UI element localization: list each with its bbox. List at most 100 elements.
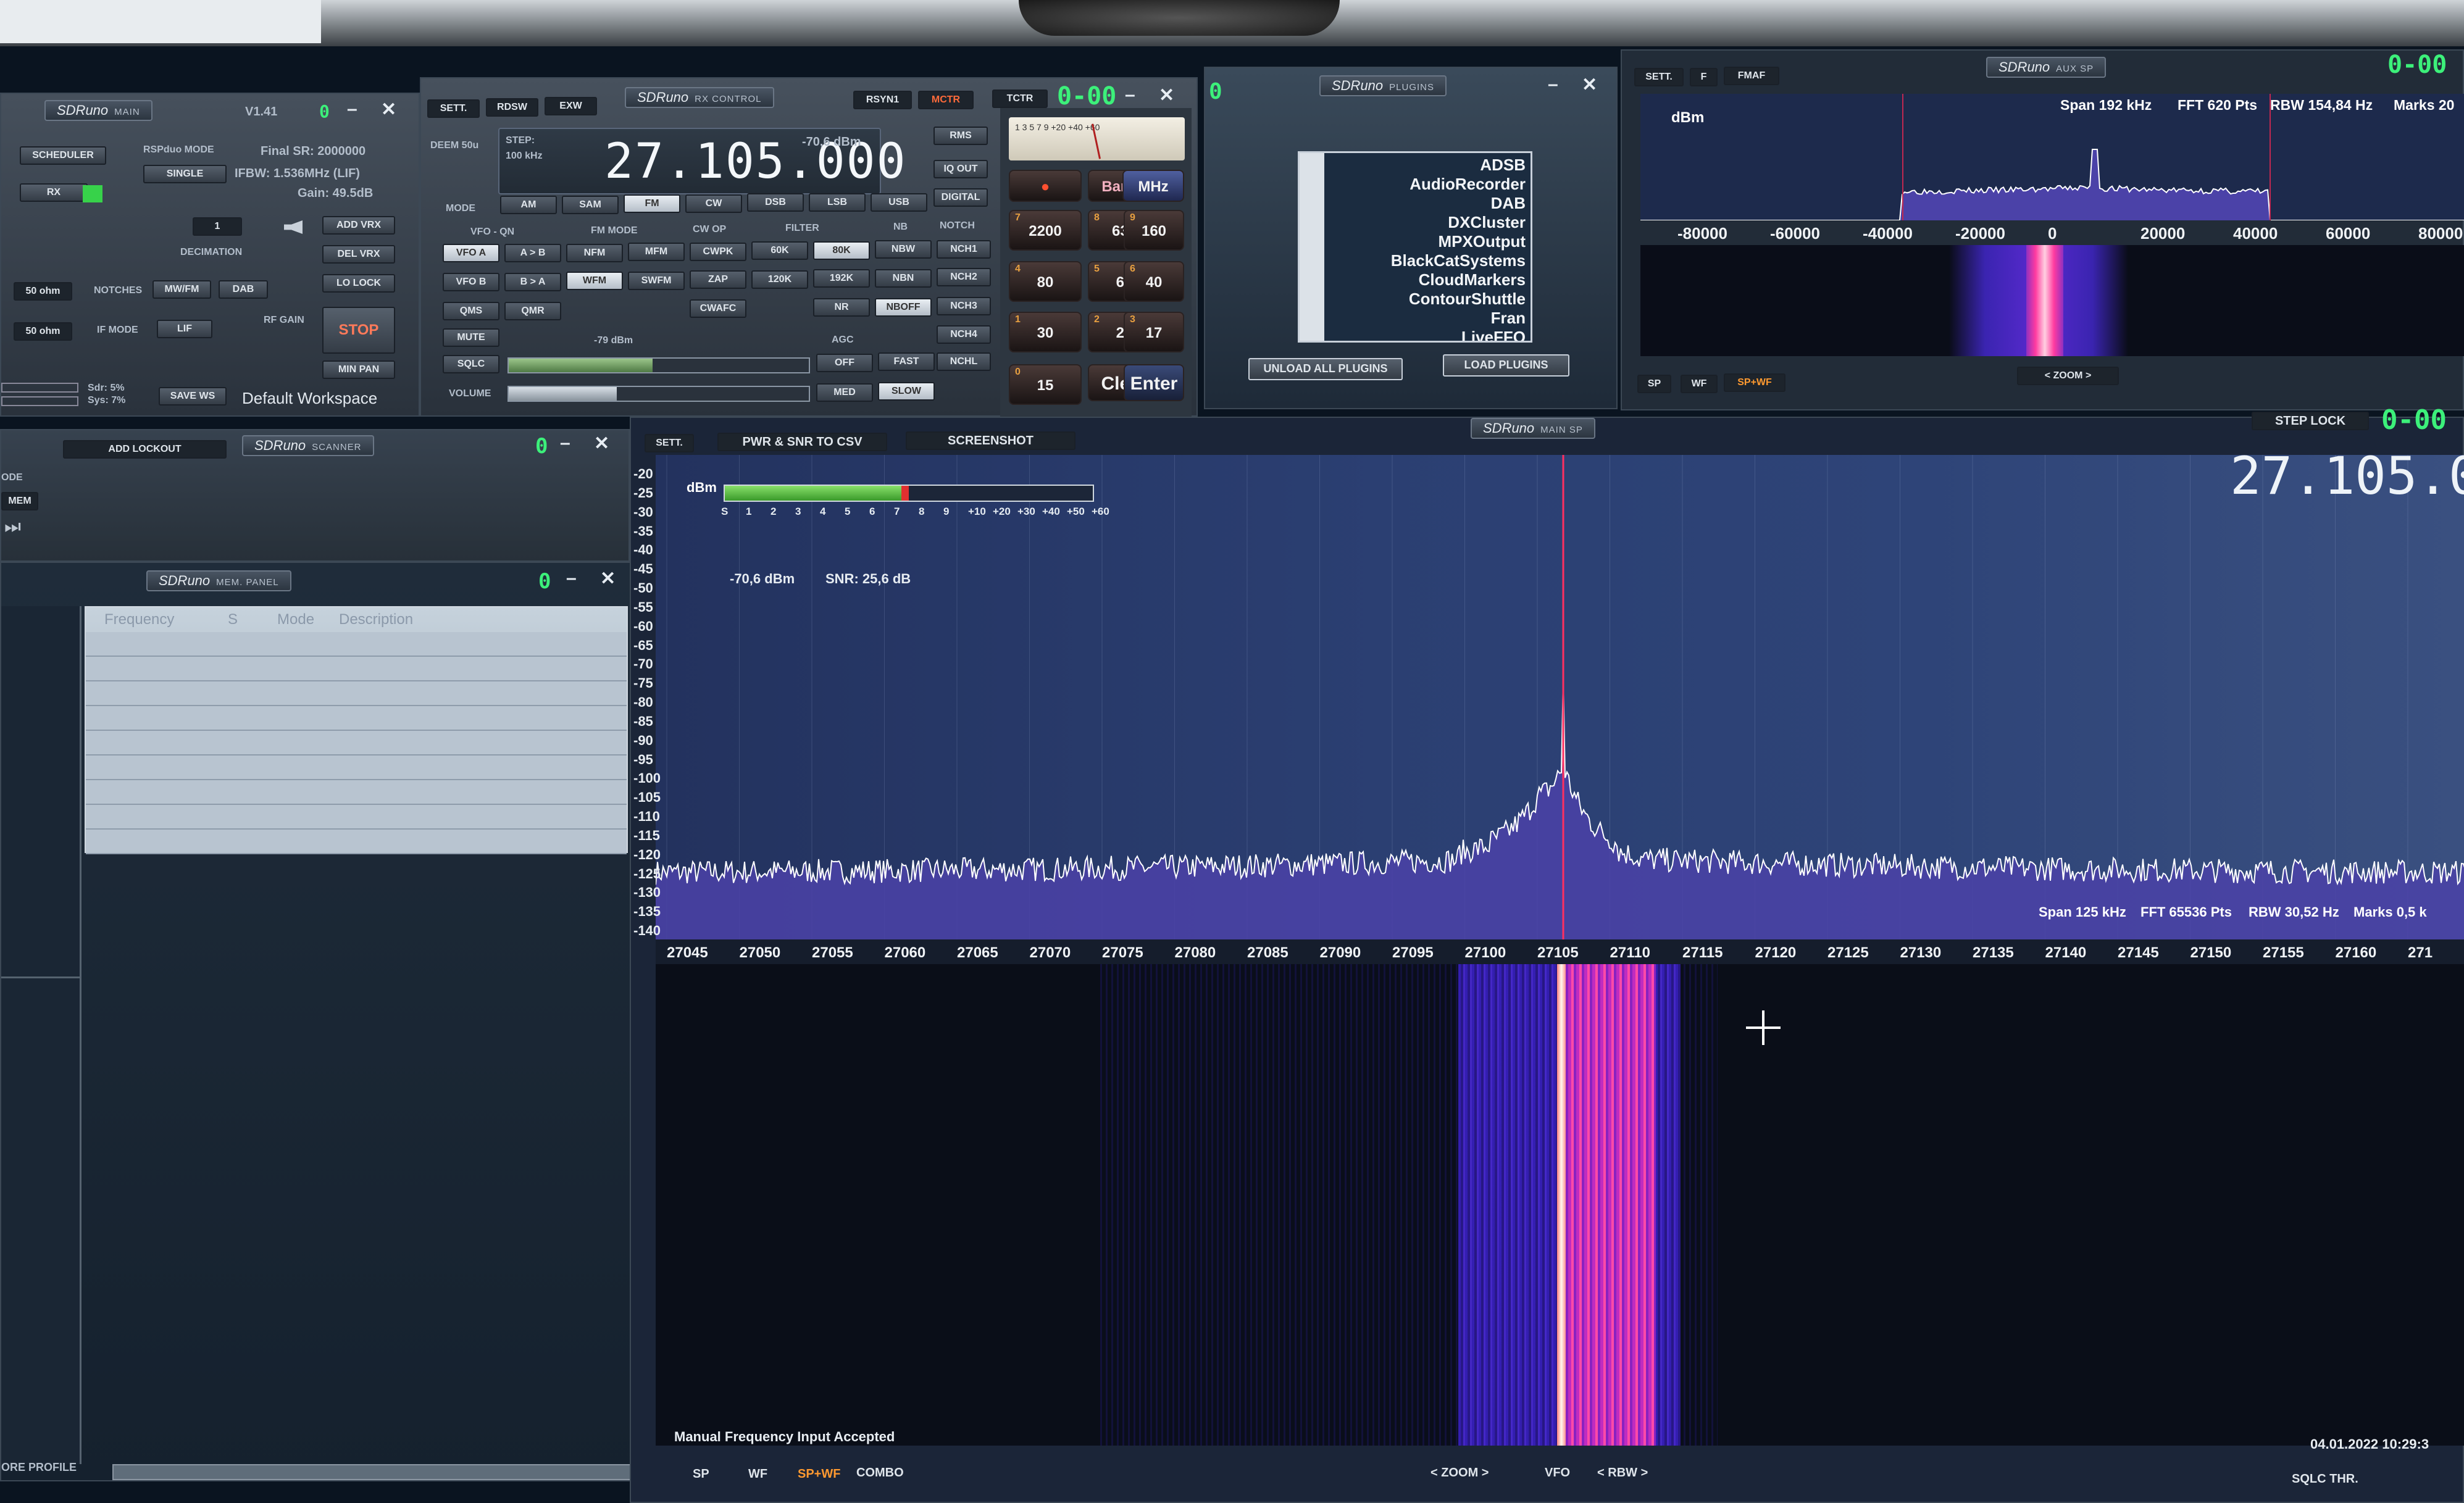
pwr-snr-csv-button[interactable]: PWR & SNR TO CSV <box>717 433 887 451</box>
rsyn1-button[interactable]: RSYN1 <box>853 91 912 109</box>
plugin-list[interactable]: ADSB AudioRecorder DAB DXCluster MPXOutput Bl… <box>1298 151 1532 343</box>
add-vrx-button[interactable]: ADD VRX <box>322 216 395 235</box>
qmr-button[interactable]: QMR <box>504 302 561 320</box>
digital-button[interactable]: DIGITAL <box>933 188 988 207</box>
sp-button[interactable]: SP <box>693 1467 709 1481</box>
mode-sam[interactable]: SAM <box>562 196 619 214</box>
nchl-button[interactable]: NCHL <box>937 352 991 371</box>
close-icon[interactable]: ✕ <box>594 433 609 454</box>
del-vrx-button[interactable]: DEL VRX <box>322 245 395 264</box>
cwpk-button[interactable]: CWPK <box>690 243 746 261</box>
close-icon[interactable]: ✕ <box>1159 85 1174 106</box>
main-waterfall[interactable] <box>656 964 2464 1446</box>
volume-slider[interactable] <box>507 386 810 402</box>
main-sett-button[interactable]: SETT. <box>645 434 694 452</box>
scheduler-button[interactable]: SCHEDULER <box>20 146 106 165</box>
aux-fmaf-button[interactable]: FMAF <box>1724 67 1779 85</box>
plugin-item[interactable]: DAB <box>1391 194 1526 213</box>
plugin-item[interactable]: LiveFFQ <box>1391 328 1526 341</box>
tctr-button[interactable]: TCTR <box>992 90 1048 108</box>
minimize-icon[interactable]: – <box>1548 74 1558 95</box>
mem-button[interactable]: MEM <box>1 492 38 510</box>
mute-button[interactable]: MUTE <box>443 328 499 347</box>
chevron-left-icon[interactable]: < <box>1430 1466 1441 1480</box>
swfm-button[interactable]: SWFM <box>628 272 685 290</box>
keypad-key-3[interactable]: 3 17 <box>1124 312 1184 352</box>
plugin-item[interactable]: AudioRecorder <box>1391 175 1526 194</box>
minimize-icon[interactable]: – <box>560 433 570 454</box>
aux-f-button[interactable]: F <box>1690 68 1718 86</box>
agc-off-button[interactable]: OFF <box>816 354 873 372</box>
agc-med-button[interactable]: MED <box>816 383 873 402</box>
close-icon[interactable]: ✕ <box>381 99 396 120</box>
plugin-item[interactable]: ContourShuttle <box>1391 289 1526 309</box>
wf-button[interactable]: WF <box>748 1467 767 1481</box>
aux-sp-button[interactable]: SP <box>1637 375 1671 393</box>
nbn-button[interactable]: NBN <box>875 269 932 288</box>
lif-button[interactable]: LIF <box>157 320 212 338</box>
wfm-button[interactable]: WFM <box>566 272 623 290</box>
spwf-button[interactable]: SP+WF <box>798 1467 840 1481</box>
plugin-item[interactable]: MPXOutput <box>1391 232 1526 251</box>
fast-forward-icon[interactable]: ⏭ <box>4 517 21 538</box>
plugin-item[interactable]: Fran <box>1391 309 1526 328</box>
nfm-button[interactable]: NFM <box>566 244 623 262</box>
cwafc-button[interactable]: CWAFC <box>690 299 746 318</box>
b-to-a-button[interactable]: B > A <box>504 273 561 291</box>
enter-button[interactable]: Enter <box>1124 364 1184 401</box>
plugin-item[interactable]: BlackCatSystems <box>1391 251 1526 270</box>
aux-wf-button[interactable]: WF <box>1681 375 1718 393</box>
mode-usb[interactable]: USB <box>871 193 927 212</box>
vfo-b-button[interactable]: VFO B <box>443 273 499 291</box>
minimize-icon[interactable]: – <box>347 99 357 120</box>
mem-profile-label[interactable]: ORE PROFILE <box>1 1461 77 1474</box>
plugin-item[interactable]: CloudMarkers <box>1391 270 1526 289</box>
mode-fm[interactable]: FM <box>624 194 680 213</box>
mctr-button[interactable]: MCTR <box>918 91 974 109</box>
squelch-slider[interactable] <box>507 357 810 373</box>
rms-button[interactable]: RMS <box>933 127 988 145</box>
single-button[interactable]: SINGLE <box>143 165 227 183</box>
plugin-scrollbar[interactable] <box>1300 153 1324 341</box>
decimation-value[interactable]: 1 <box>193 217 242 236</box>
combo-button[interactable]: COMBO <box>856 1466 904 1480</box>
sett-button[interactable]: SETT. <box>427 99 480 118</box>
sqlc-thr-label[interactable]: SQLC THR. <box>2292 1472 2358 1486</box>
keypad-key-1[interactable]: 1 30 <box>1009 312 1082 352</box>
big-frequency[interactable]: 27.105.00 <box>2230 446 2464 506</box>
antenna-b[interactable]: 50 ohm <box>14 322 72 341</box>
sqlc-button[interactable]: SQLC <box>443 355 499 373</box>
col-s[interactable]: S <box>228 611 238 628</box>
nch4-button[interactable]: NCH4 <box>937 325 991 344</box>
chevron-right-icon[interactable]: > <box>1478 1466 1489 1480</box>
screenshot-button[interactable]: SCREENSHOT <box>906 431 1075 450</box>
rbw-control[interactable]: < RBW > <box>1597 1466 1648 1480</box>
rx-button[interactable]: RX <box>20 183 88 202</box>
nboff-button[interactable]: NBOFF <box>875 298 932 317</box>
step-lock-button[interactable]: STEP LOCK <box>2252 412 2369 430</box>
col-frequency[interactable]: Frequency <box>104 611 174 628</box>
chevron-left-icon[interactable]: < <box>2045 370 2053 381</box>
a-to-b-button[interactable]: A > B <box>504 244 561 262</box>
mode-dsb[interactable]: DSB <box>747 193 804 212</box>
keypad-key-7[interactable]: 7 2200 <box>1009 210 1082 251</box>
stop-button[interactable]: STOP <box>322 307 395 354</box>
exw-button[interactable]: EXW <box>545 97 597 115</box>
iq-out-button[interactable]: IQ OUT <box>933 160 988 178</box>
filter-60k[interactable]: 60K <box>751 241 808 260</box>
keypad-key-4[interactable]: 4 80 <box>1009 261 1082 302</box>
mode-cw[interactable]: CW <box>685 194 742 213</box>
aux-zoom-control[interactable]: < ZOOM > <box>2017 367 2119 385</box>
nr-button[interactable]: NR <box>813 298 870 317</box>
antenna-a[interactable]: 50 ohm <box>14 282 72 301</box>
main-spectrum[interactable] <box>656 455 2464 943</box>
minimize-icon[interactable]: – <box>1125 85 1135 106</box>
chevron-right-icon[interactable]: > <box>2083 370 2091 381</box>
memory-table[interactable]: Frequency S Mode Description <box>85 606 628 854</box>
mfm-button[interactable]: MFM <box>628 243 685 261</box>
nbw-button[interactable]: NBW <box>875 240 932 259</box>
agc-slow-button[interactable]: SLOW <box>878 382 935 401</box>
plugin-item[interactable]: DXCluster <box>1391 213 1526 232</box>
minimize-icon[interactable]: – <box>566 568 577 589</box>
qms-button[interactable]: QMS <box>443 302 499 320</box>
